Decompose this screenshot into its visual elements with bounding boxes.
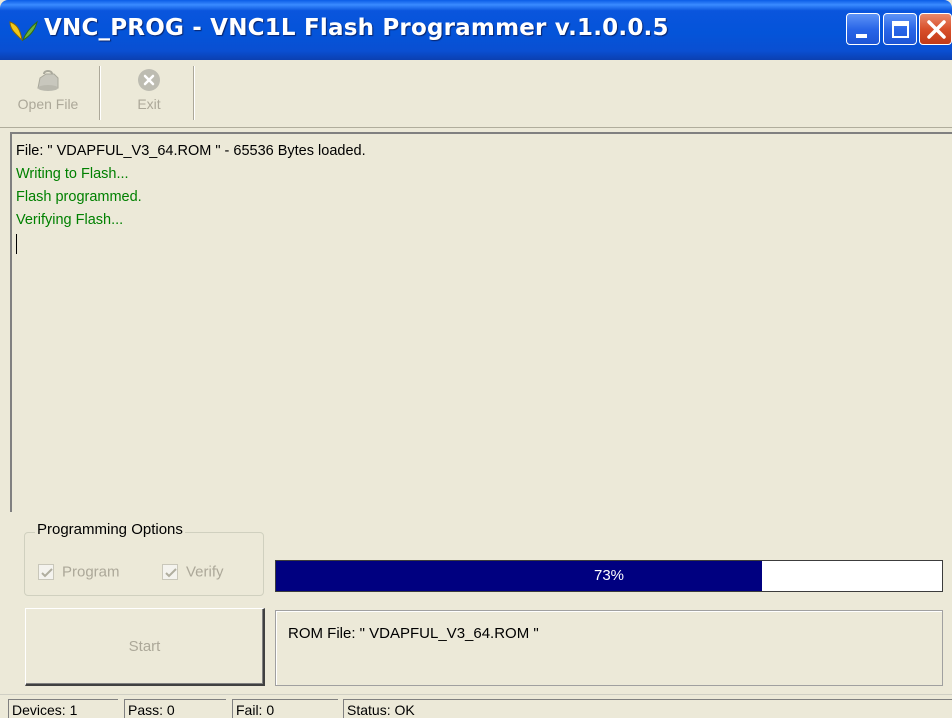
exit-icon bbox=[138, 69, 160, 91]
window-title: VNC_PROG - VNC1L Flash Programmer v.1.0.… bbox=[44, 15, 669, 41]
log-line: Writing to Flash... bbox=[16, 166, 129, 182]
verify-label: Verify bbox=[186, 563, 224, 581]
checkbox-box bbox=[162, 564, 178, 581]
status-pass: Pass: 0 bbox=[124, 699, 226, 718]
vnc-leaf-icon bbox=[9, 20, 38, 42]
log-line: File: " VDAPFUL_V3_64.ROM " - 65536 Byte… bbox=[16, 143, 366, 159]
program-label: Program bbox=[62, 563, 120, 581]
open-file-button[interactable]: Open File bbox=[4, 66, 92, 122]
programming-options-legend: Programming Options bbox=[35, 521, 185, 538]
toolbar: Open File Exit bbox=[0, 60, 952, 128]
exit-label: Exit bbox=[137, 96, 161, 112]
exit-button[interactable]: Exit bbox=[110, 66, 188, 122]
status-fail: Fail: 0 bbox=[232, 699, 338, 718]
verify-checkbox[interactable]: Verify bbox=[162, 563, 224, 583]
status-bar: Devices: 1 Pass: 0 Fail: 0 Status: OK bbox=[0, 694, 952, 718]
text-caret bbox=[16, 234, 17, 254]
title-bar[interactable]: VNC_PROG - VNC1L Flash Programmer v.1.0.… bbox=[0, 0, 952, 60]
rom-file-text: ROM File: " VDAPFUL_V3_64.ROM " bbox=[288, 625, 539, 642]
output-log[interactable]: File: " VDAPFUL_V3_64.ROM " - 65536 Byte… bbox=[10, 132, 952, 512]
start-button[interactable]: Start bbox=[25, 608, 265, 686]
checkmark-icon bbox=[41, 568, 53, 578]
checkbox-box bbox=[38, 564, 54, 581]
checkmark-icon bbox=[165, 568, 177, 578]
rom-file-panel: ROM File: " VDAPFUL_V3_64.ROM " bbox=[275, 610, 943, 686]
close-icon bbox=[927, 20, 946, 39]
progress-label: 73% bbox=[593, 567, 625, 584]
minimize-icon bbox=[856, 34, 867, 38]
minimize-button[interactable] bbox=[846, 13, 880, 45]
progress-bar: 73% bbox=[275, 560, 943, 592]
status-devices: Devices: 1 bbox=[8, 699, 118, 718]
log-line: Verifying Flash... bbox=[16, 212, 124, 228]
status-text: Status: OK bbox=[343, 699, 952, 718]
toolbar-separator bbox=[193, 66, 195, 120]
log-line: Flash programmed. bbox=[16, 189, 142, 205]
maximize-button[interactable] bbox=[883, 13, 917, 45]
close-button[interactable] bbox=[919, 13, 952, 45]
program-checkbox[interactable]: Program bbox=[38, 563, 120, 583]
open-folder-icon bbox=[37, 70, 59, 91]
toolbar-separator bbox=[99, 66, 101, 120]
maximize-icon bbox=[892, 21, 909, 38]
open-file-label: Open File bbox=[17, 96, 79, 112]
